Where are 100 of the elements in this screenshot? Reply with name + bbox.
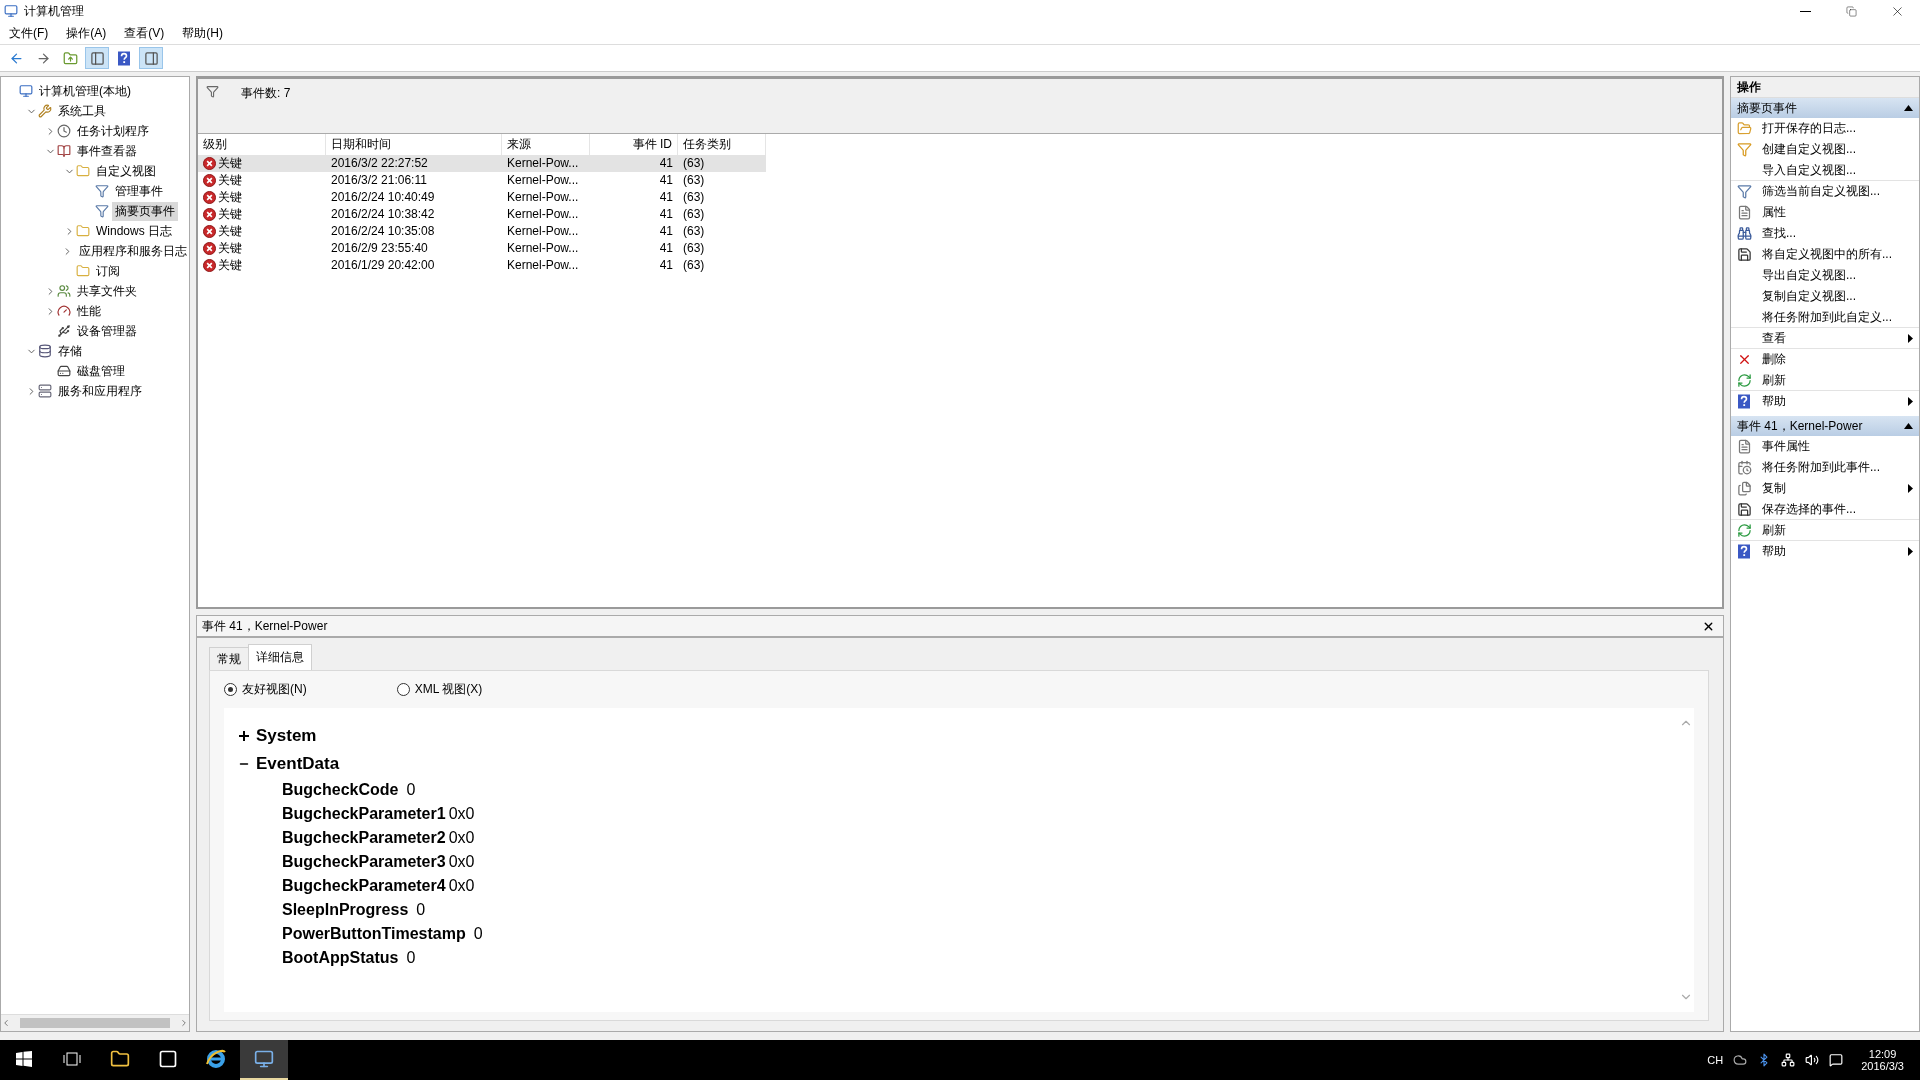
tree-item[interactable]: 应用程序和服务日志 — [76, 241, 189, 261]
tree-item[interactable]: 服务和应用程序 — [55, 381, 145, 401]
action-item[interactable]: 查找... — [1731, 223, 1919, 244]
restore-icon — [1845, 5, 1857, 17]
tab[interactable]: 详细信息 — [248, 644, 312, 670]
copy-icon — [1737, 480, 1752, 496]
menu-item[interactable]: 操作(A) — [57, 24, 116, 42]
clock[interactable]: 12:09 2016/3/3 — [1853, 1048, 1912, 1072]
tree-item[interactable]: 管理事件 — [112, 181, 166, 201]
action-item[interactable]: 将任务附加到此事件... — [1731, 457, 1919, 478]
tree-item[interactable]: 存储 — [55, 341, 85, 361]
storage-icon — [38, 344, 52, 358]
tree-item[interactable]: 共享文件夹 — [74, 281, 140, 301]
shared-folder-icon — [57, 284, 71, 298]
action-item[interactable]: 刷新 — [1731, 370, 1919, 391]
action-item[interactable]: 帮助 — [1731, 541, 1919, 562]
gauge-icon — [57, 304, 71, 318]
folder-up-icon — [62, 50, 78, 66]
tree-item[interactable]: 性能 — [74, 301, 104, 321]
action-item[interactable]: 查看 — [1731, 328, 1919, 349]
cloud-icon[interactable] — [1733, 1053, 1748, 1067]
toolbar-button[interactable] — [85, 47, 109, 69]
tree-item[interactable]: 计算机管理(本地) — [36, 81, 134, 101]
action-item[interactable]: 刷新 — [1731, 520, 1919, 541]
field-name: BugcheckCode — [282, 781, 399, 799]
binoculars-icon — [1737, 225, 1752, 241]
toolbar-button[interactable] — [139, 47, 163, 69]
field-value: 0 — [406, 949, 416, 967]
save-icon — [1737, 246, 1752, 262]
properties-icon — [1737, 204, 1752, 220]
action-item[interactable]: 复制自定义视图... — [1731, 286, 1919, 307]
tree-item[interactable]: 订阅 — [93, 261, 123, 281]
action-item[interactable]: 属性 — [1731, 202, 1919, 223]
horizontal-scrollbar[interactable] — [1, 1014, 189, 1031]
tree-item[interactable]: Windows 日志 — [93, 221, 175, 241]
menu-item[interactable]: 文件(F) — [0, 24, 58, 42]
tree-item[interactable]: 设备管理器 — [74, 321, 140, 341]
error-icon — [203, 157, 216, 170]
field-value: 0 — [416, 901, 426, 919]
table-cell: Kernel-Pow... — [502, 155, 590, 172]
folder-icon — [1737, 120, 1752, 136]
language-indicator[interactable]: CH — [1707, 1054, 1724, 1066]
action-item[interactable]: 导出自定义视图... — [1731, 265, 1919, 286]
help-icon — [1737, 543, 1751, 559]
folder-icon — [76, 224, 90, 238]
file-explorer-icon — [110, 1049, 130, 1069]
field-name: SleepInProgress — [282, 901, 409, 919]
level-text: 关键 — [218, 189, 242, 206]
action-item[interactable]: 将自定义视图中的所有... — [1731, 244, 1919, 265]
collapse-triangle-icon[interactable] — [1904, 105, 1913, 111]
level-text: 关键 — [218, 223, 242, 240]
menu-item[interactable]: 帮助(H) — [173, 24, 232, 42]
tree-item[interactable]: 事件查看器 — [74, 141, 140, 161]
action-item[interactable]: 事件属性 — [1731, 436, 1919, 457]
action-item[interactable]: 帮助 — [1731, 391, 1919, 412]
section-header[interactable]: 事件 41，Kernel-Power — [1731, 416, 1919, 436]
action-item[interactable]: 打开保存的日志... — [1731, 118, 1919, 139]
section-header[interactable]: 摘要页事件 — [1731, 98, 1919, 118]
server-icon — [38, 384, 52, 398]
tree-item[interactable]: 系统工具 — [55, 101, 109, 121]
tree-item[interactable]: 摘要页事件 — [112, 201, 178, 221]
level-text: 关键 — [218, 206, 242, 223]
taskbar-app[interactable] — [240, 1040, 288, 1080]
action-item[interactable]: 删除 — [1731, 349, 1919, 370]
radio-button[interactable] — [224, 683, 237, 696]
view-radio[interactable]: XML 视图(X) — [396, 681, 483, 698]
view-radio[interactable]: 友好视图(N) — [224, 681, 307, 698]
tree-item[interactable]: 任务计划程序 — [74, 121, 152, 141]
section-title: 摘要页事件 — [1737, 99, 1797, 117]
action-item[interactable]: 导入自定义视图... — [1731, 160, 1919, 181]
level-text: 关键 — [218, 240, 242, 257]
menu-item[interactable]: 查看(V) — [115, 24, 174, 42]
filter-icon — [95, 204, 109, 218]
properties-icon — [1737, 438, 1752, 454]
back-icon — [8, 50, 24, 66]
expand-icon[interactable] — [238, 730, 250, 742]
volume-icon[interactable] — [1805, 1053, 1820, 1067]
radio-label: XML 视图(X) — [414, 681, 483, 698]
action-item[interactable]: 创建自定义视图... — [1731, 139, 1919, 160]
radio-button[interactable] — [396, 683, 410, 696]
node-label: System — [256, 726, 317, 746]
tab[interactable]: 常规 — [209, 647, 249, 670]
details-title: 事件 41，Kernel-Power — [202, 617, 328, 635]
network-icon[interactable] — [1781, 1053, 1796, 1067]
field-value: 0 — [406, 781, 416, 799]
action-item[interactable]: 筛选当前自定义视图... — [1731, 181, 1919, 202]
collapse-triangle-icon[interactable] — [1904, 423, 1913, 429]
scroll-left-icon[interactable] — [1, 1018, 11, 1028]
action-item[interactable]: 将任务附加到此自定义... — [1731, 307, 1919, 328]
tree-item[interactable]: 磁盘管理 — [74, 361, 128, 381]
window-title: 计算机管理 — [24, 2, 85, 20]
forward-icon — [35, 50, 51, 66]
section-title: 事件 41，Kernel-Power — [1737, 417, 1863, 435]
field-name: BugcheckParameter2 — [282, 829, 446, 847]
scroll-right-icon[interactable] — [179, 1018, 189, 1028]
refresh-icon — [1737, 372, 1752, 388]
notification-icon[interactable] — [1829, 1053, 1844, 1067]
action-item[interactable]: 复制 — [1731, 478, 1919, 499]
tree-item[interactable]: 自定义视图 — [93, 161, 159, 181]
action-item[interactable]: 保存选择的事件... — [1731, 499, 1919, 520]
